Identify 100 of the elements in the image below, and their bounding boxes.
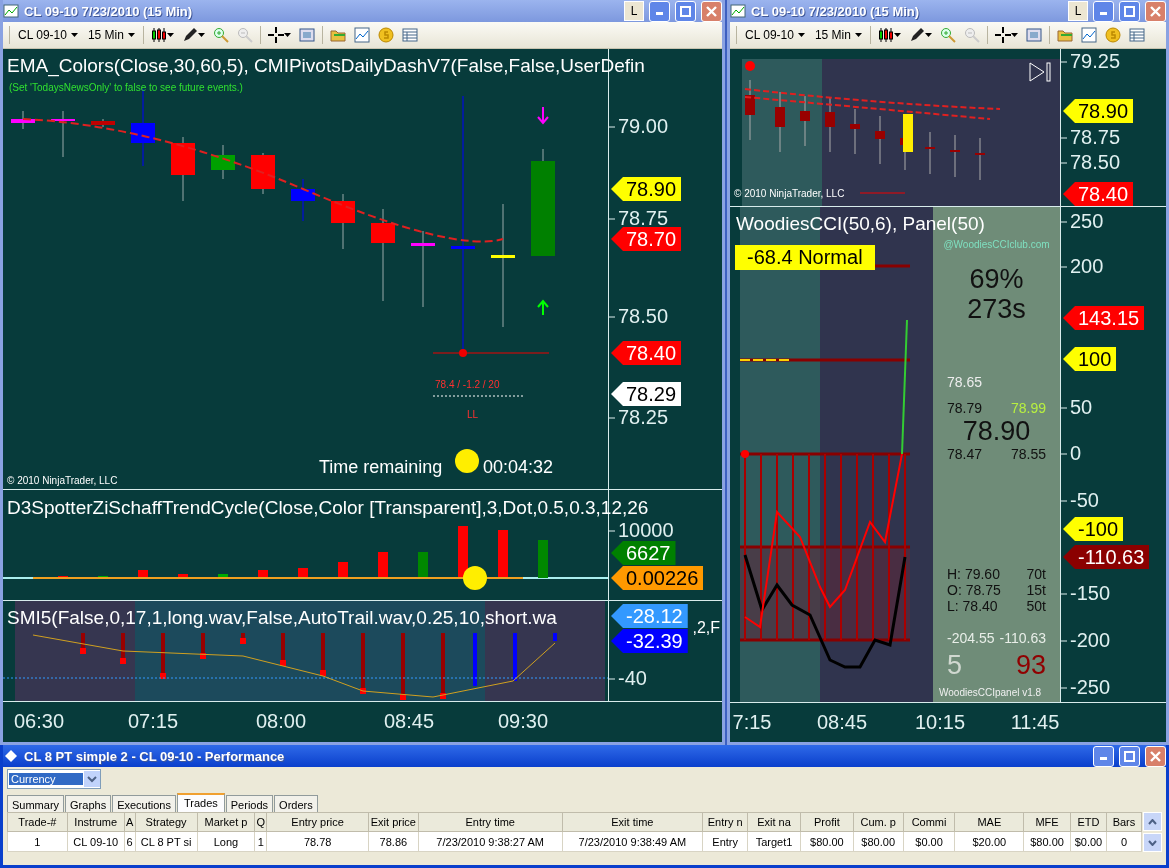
price-value: 78.65 [947, 374, 983, 390]
tab[interactable]: Periods [225, 795, 274, 812]
histogram-bar [138, 570, 148, 578]
diamond-icon [3, 748, 19, 764]
minimize-button[interactable] [1093, 0, 1114, 22]
column-header[interactable]: Profit [800, 812, 854, 832]
copyright-text: © 2010 NinjaTrader, LLC [734, 188, 845, 199]
tab[interactable]: Orders [274, 795, 318, 812]
scroll-down-button[interactable] [1143, 833, 1162, 852]
stat-value: 50t [1026, 598, 1046, 614]
indicator-button[interactable] [1079, 24, 1098, 46]
window-icon [1025, 27, 1042, 43]
time-label: 7:15 [732, 711, 772, 734]
table-cell: 78.78 [266, 831, 369, 852]
coin-icon [377, 27, 394, 43]
link-button[interactable]: L [624, 1, 644, 21]
column-header[interactable]: Commi [903, 812, 955, 832]
column-header[interactable]: Bars [1106, 812, 1142, 832]
close-button[interactable] [1145, 745, 1166, 767]
level-tag: LL [467, 409, 479, 420]
candle [800, 95, 810, 147]
signal-dot [463, 566, 487, 590]
axis-label: 10000 [609, 518, 674, 542]
strategy-button[interactable] [1103, 24, 1122, 46]
column-header[interactable]: Exit na [747, 812, 801, 832]
instrument-dropdown[interactable]: CL 09-10 [743, 27, 807, 43]
close-button[interactable] [1145, 0, 1166, 22]
table-cell: 7/23/2010 9:38:49 AM [562, 831, 703, 852]
maximize-button[interactable] [675, 0, 696, 22]
column-header[interactable]: Entry n [702, 812, 748, 832]
column-header[interactable]: Strategy [135, 812, 198, 832]
candle [291, 178, 315, 222]
candle [11, 110, 35, 130]
tab[interactable]: Executions [112, 795, 176, 812]
maximize-button[interactable] [1119, 0, 1140, 22]
column-header[interactable]: A [124, 812, 136, 832]
close-button[interactable] [701, 0, 722, 22]
minimize-button[interactable] [649, 0, 670, 22]
price-value: 78.47 [947, 446, 983, 462]
column-header[interactable]: Exit time [562, 812, 703, 832]
table-cell: $0.00 [903, 831, 955, 852]
zoom-in-icon [939, 27, 956, 43]
crosshair-button[interactable] [266, 24, 292, 46]
minimize-button[interactable] [1093, 745, 1114, 767]
cci-value: -204.55 [947, 630, 995, 646]
time-label: 08:45 [383, 710, 435, 733]
column-header[interactable]: MAE [954, 812, 1024, 832]
line-chart-icon [353, 27, 370, 43]
tab[interactable]: Graphs [65, 795, 112, 812]
strategy-button[interactable] [376, 24, 395, 46]
crosshair-button[interactable] [993, 24, 1019, 46]
price-tag: 78.90 [611, 177, 682, 201]
interval-dropdown[interactable]: 15 Min [85, 27, 137, 43]
column-header[interactable]: Cum. p [853, 812, 904, 832]
time-label: 07:15 [127, 710, 179, 733]
column-header[interactable]: Entry price [266, 812, 369, 832]
cci-reading: -68.4 Normal [735, 245, 875, 270]
close-icon [1150, 750, 1161, 762]
maximize-button[interactable] [1119, 745, 1140, 767]
tab[interactable]: Trades [176, 793, 225, 812]
column-header[interactable]: Market p [197, 812, 255, 832]
price-tag: -110.63 [1063, 545, 1150, 569]
link-button[interactable]: L [1068, 1, 1088, 21]
pencil-icon [908, 27, 925, 43]
stat-label: L: 78.40 [947, 598, 998, 614]
column-header[interactable]: Instrume [67, 812, 125, 832]
interval-dropdown[interactable]: 15 Min [812, 27, 864, 43]
candle [51, 110, 75, 158]
candle [775, 91, 785, 153]
time-label: 06:30 [13, 710, 65, 733]
skip-forward-icon[interactable] [1028, 61, 1052, 83]
oscillator-bar [440, 633, 446, 699]
price-value: 78.55 [1010, 446, 1046, 462]
price-tag: 78.29 [611, 382, 682, 406]
candle [825, 96, 835, 153]
tab[interactable]: Summary [7, 795, 65, 812]
indicator-button[interactable] [352, 24, 371, 46]
folder-icon [1056, 27, 1073, 43]
candle [171, 136, 195, 202]
signal-dot [455, 449, 479, 473]
instrument-dropdown[interactable]: CL 09-10 [16, 27, 80, 43]
oscillator-bar [360, 633, 366, 694]
window-title: CL 09-10 7/23/2010 (15 Min) [751, 3, 921, 19]
chart-icon [730, 3, 746, 19]
axis-label: 78.50 [609, 304, 669, 328]
candle [211, 144, 235, 180]
window-icon [298, 27, 315, 43]
price-value: 78.99 [1010, 400, 1046, 416]
unit-dropdown[interactable]: Currency [7, 769, 101, 789]
histogram-bar [178, 574, 188, 578]
column-header[interactable]: Entry time [418, 812, 562, 832]
scroll-up-button[interactable] [1143, 812, 1162, 831]
column-header[interactable]: MFE [1023, 812, 1071, 832]
column-header[interactable]: Exit price [368, 812, 419, 832]
axis-label: 50 [1061, 395, 1093, 419]
time-label: 08:45 [816, 711, 868, 734]
candle [950, 134, 960, 178]
column-header[interactable]: Trade-# [7, 812, 68, 832]
column-header[interactable]: ETD [1070, 812, 1107, 832]
candle [975, 137, 985, 181]
